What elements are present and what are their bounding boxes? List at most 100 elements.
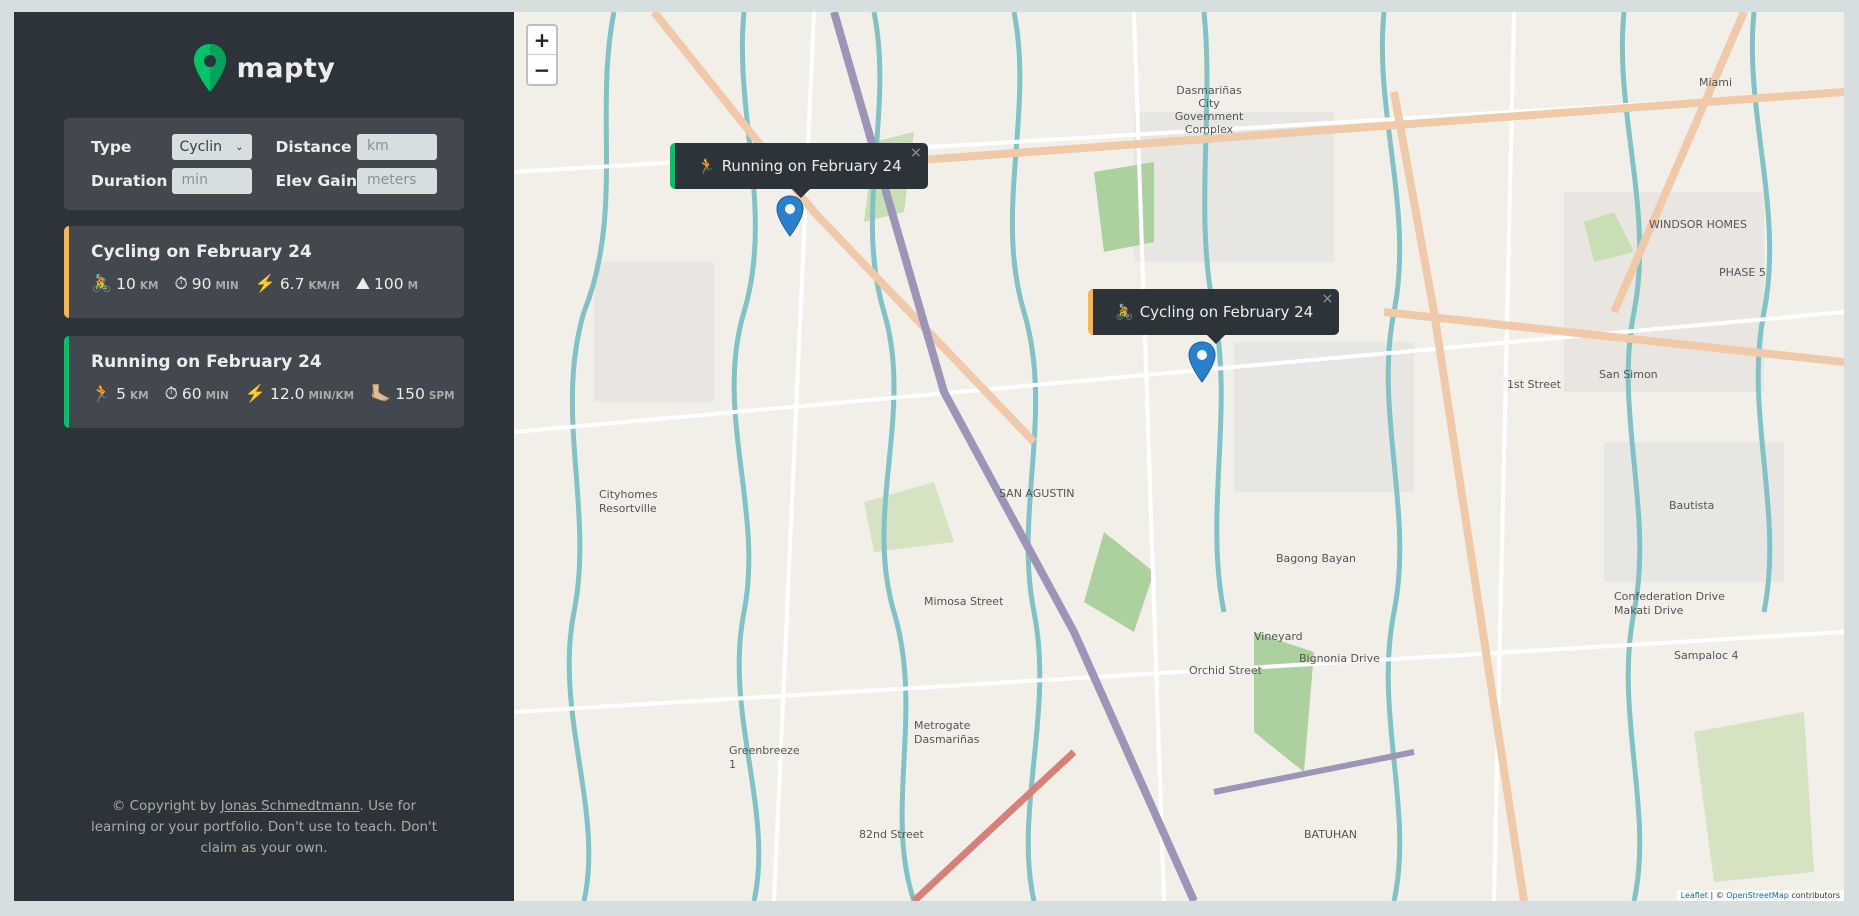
foot-icon: 🦶🏼 <box>370 384 392 404</box>
close-icon[interactable]: × <box>1321 291 1333 307</box>
speed-unit: km/h <box>308 280 340 292</box>
map-label: Bignonia Drive <box>1299 652 1380 665</box>
duration-unit: min <box>215 280 239 292</box>
map-attribution: Leaflet | © OpenStreetMap contributors <box>1676 890 1844 901</box>
stopwatch-icon: ⏱ <box>174 274 188 294</box>
attribution-suffix: contributors <box>1788 891 1840 900</box>
duration-unit: min <box>205 390 229 402</box>
map-label: WINDSOR HOMES <box>1649 218 1747 231</box>
elevation-input[interactable]: meters <box>357 168 437 194</box>
distance-unit: km <box>139 280 159 292</box>
workout-speed: ⚡️ 6.7 km/h <box>255 274 340 294</box>
logo: mapty <box>193 40 336 96</box>
close-icon[interactable]: × <box>910 145 922 161</box>
workout-form: Type Cyclin ⌄ Distance km Duration min E… <box>64 118 464 210</box>
map-label: Orchid Street <box>1189 664 1262 677</box>
duration-label: Duration <box>91 172 168 190</box>
app-name: mapty <box>236 52 336 84</box>
cadence-value: 150 <box>395 385 425 403</box>
map[interactable]: SAN AGUSTIN WINDSOR HOMES Bautista BATUH… <box>514 12 1844 901</box>
zoom-out-button[interactable]: − <box>528 55 556 84</box>
map-label: Miami <box>1699 76 1733 89</box>
map-label: Bagong Bayan <box>1276 552 1356 565</box>
popup-text: Running on February 24 <box>721 157 902 175</box>
lightning-icon: ⚡️ <box>254 274 276 294</box>
copyright: © Copyright by Jonas Schmedtmann. Use fo… <box>14 796 514 859</box>
type-label: Type <box>91 138 132 156</box>
speed-value: 6.7 <box>279 275 305 293</box>
copyright-prefix: © Copyright by <box>111 798 221 814</box>
workout-details: 🚴 10 km ⏱ 90 min ⚡️ 6.7 km/h ⛰ 100 m <box>91 274 442 294</box>
cycling-popup[interactable]: 🚴 Cycling on February 24 × <box>1088 289 1340 344</box>
popup-text: Cycling on February 24 <box>1139 303 1314 321</box>
workout-card-running[interactable]: Running on February 24 🏃 5 km ⏱ 60 min ⚡️ 12.… <box>64 336 464 428</box>
elevation-label: Elev Gain <box>275 172 357 190</box>
runner-icon: 🏃 <box>697 157 716 175</box>
map-label: San Simon <box>1599 368 1658 381</box>
map-label: 82nd Street <box>859 828 924 841</box>
app-window: mapty Type Cyclin ⌄ Distance km Duration… <box>14 12 1844 901</box>
map-label: Metrogate Dasmariñas <box>914 719 980 746</box>
running-popup[interactable]: 🏃 Running on February 24 × <box>670 143 928 198</box>
map-label: 1st Street <box>1507 378 1561 391</box>
workout-card-cycling[interactable]: Cycling on February 24 🚴 10 km ⏱ 90 min ⚡️ 6.… <box>64 226 464 318</box>
leaflet-link[interactable]: Leaflet <box>1681 891 1708 900</box>
distance-input[interactable]: km <box>357 134 437 160</box>
stopwatch-icon: ⏱ <box>164 384 178 404</box>
workout-distance: 🏃 5 km <box>91 384 149 404</box>
type-select-value: Cyclin <box>179 139 222 155</box>
distance-value: 10 <box>116 275 136 293</box>
osm-link[interactable]: OpenStreetMap <box>1726 891 1789 900</box>
workout-title: Cycling on February 24 <box>91 242 312 262</box>
map-label: Bautista <box>1669 499 1715 512</box>
map-marker-icon[interactable] <box>1188 341 1216 383</box>
map-label: Greenbreeze 1 <box>729 744 800 771</box>
distance-label: Distance <box>275 138 352 156</box>
cadence-unit: spm <box>428 390 455 402</box>
bike-icon: 🚴 <box>91 274 113 294</box>
duration-input[interactable]: min <box>171 168 252 194</box>
map-label: Mimosa Street <box>924 595 1004 608</box>
zoom-in-button[interactable]: + <box>528 26 556 55</box>
duration-row: Duration min <box>91 168 252 194</box>
workout-cadence: 🦶🏼 150 spm <box>370 384 454 404</box>
map-label: Confederation Drive Makati Drive <box>1614 590 1725 617</box>
workout-details: 🏃 5 km ⏱ 60 min ⚡️ 12.0 min/km 🦶🏼 150 spm <box>91 384 455 404</box>
map-label: Dasmariñas City Government Complex <box>1174 84 1244 136</box>
duration-value: 60 <box>181 385 202 403</box>
distance-row: Distance km <box>276 134 437 160</box>
workout-duration: ⏱ 90 min <box>175 274 239 294</box>
map-label: Sampaloc 4 <box>1674 649 1739 662</box>
workout-duration: ⏱ 60 min <box>165 384 229 404</box>
map-label: BATUHAN <box>1304 828 1358 841</box>
elevation-value: 100 <box>373 275 404 293</box>
duration-value: 90 <box>191 275 212 293</box>
map-label: Cityhomes Resortville <box>599 488 658 515</box>
distance-value: 5 <box>116 385 127 403</box>
elevation-unit: m <box>407 280 419 292</box>
map-label: PHASE 5 <box>1719 266 1766 279</box>
lightning-icon: ⚡️ <box>244 384 266 404</box>
type-select[interactable]: Cyclin ⌄ <box>171 134 252 160</box>
type-row: Type Cyclin ⌄ <box>91 134 252 160</box>
workout-title: Running on February 24 <box>91 352 322 372</box>
pace-unit: min/km <box>308 390 355 402</box>
distance-unit: km <box>130 390 149 402</box>
map-label: Vineyard <box>1254 630 1303 643</box>
attribution-sep: | © <box>1707 891 1727 900</box>
zoom-control: + − <box>526 24 558 86</box>
pace-value: 12.0 <box>269 385 305 403</box>
workout-pace: ⚡️ 12.0 min/km <box>245 384 354 404</box>
workout-distance: 🚴 10 km <box>91 274 159 294</box>
map-pin-logo-icon <box>193 44 226 92</box>
author-link[interactable]: Jonas Schmedtmann <box>221 798 360 814</box>
map-marker-icon[interactable] <box>776 195 804 237</box>
elevation-row: Elev Gain meters <box>276 168 437 194</box>
bike-icon: 🚴 <box>1115 303 1134 321</box>
workout-elevation: ⛰ 100 m <box>356 274 418 294</box>
mountain-icon: ⛰ <box>355 274 370 294</box>
sidebar: mapty Type Cyclin ⌄ Distance km Duration… <box>14 12 514 901</box>
map-label: SAN AGUSTIN <box>999 487 1075 500</box>
chevron-down-icon: ⌄ <box>235 141 244 153</box>
runner-icon: 🏃 <box>91 384 113 404</box>
